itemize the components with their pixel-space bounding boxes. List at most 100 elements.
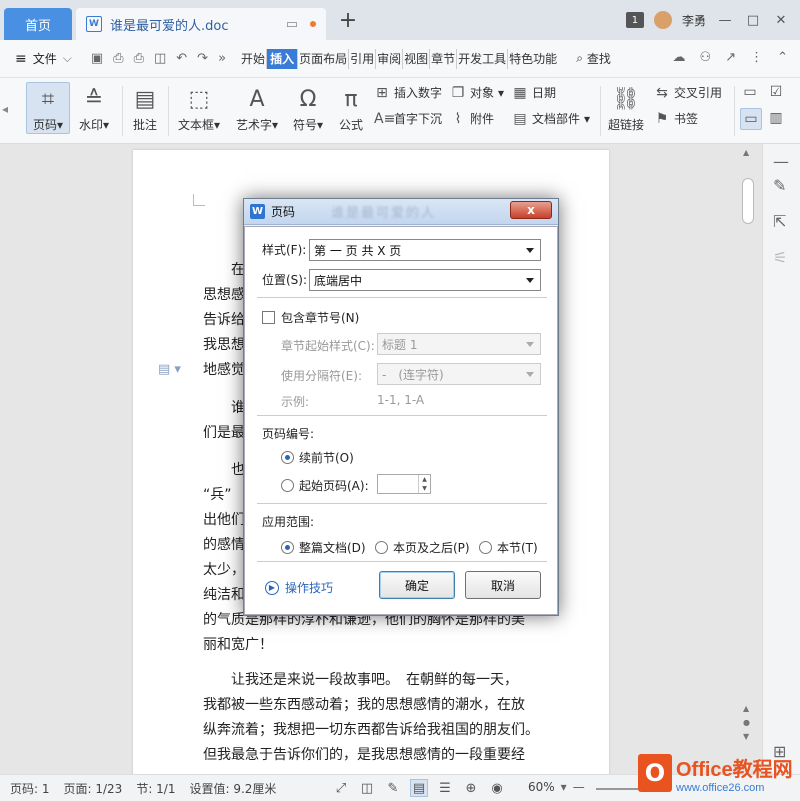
- cancel-button[interactable]: 取消: [465, 571, 541, 599]
- formula-button[interactable]: π 公式: [336, 82, 366, 133]
- zoom-value[interactable]: 60%: [528, 780, 555, 794]
- search-button[interactable]: ⌕ 查找: [576, 50, 611, 67]
- radio-selected-icon[interactable]: [281, 451, 294, 464]
- avatar[interactable]: [653, 11, 672, 29]
- style-select[interactable]: 第 一 页 共 X 页: [309, 239, 541, 261]
- read-mode-icon[interactable]: ◫: [358, 779, 376, 797]
- header-footer-icon[interactable]: ▭: [742, 84, 758, 100]
- watermark-button[interactable]: ≙ 水印▾: [74, 82, 114, 133]
- doc-parts-button[interactable]: ▤ 文档部件 ▾: [512, 110, 590, 127]
- close-window-icon[interactable]: ✕: [772, 13, 790, 28]
- start-page-input[interactable]: ▲ ▼: [377, 474, 431, 494]
- tab-home[interactable]: 首页: [4, 8, 72, 40]
- checkbox-icon[interactable]: [262, 311, 275, 324]
- write-mode-icon[interactable]: ✎: [384, 779, 402, 797]
- file-menu[interactable]: ≡ 文件 ⌵: [14, 48, 73, 70]
- pen-icon[interactable]: ✎: [773, 176, 786, 195]
- scope-whole-radio[interactable]: 整篇文档(D): [281, 539, 366, 556]
- position-select[interactable]: 底端居中: [309, 269, 541, 291]
- new-tab-button[interactable]: +: [336, 10, 360, 34]
- adjust-icon[interactable]: ⚟: [773, 248, 787, 267]
- redo-icon[interactable]: ↷: [197, 51, 208, 66]
- dialog-close-button[interactable]: x: [510, 201, 552, 219]
- share-icon[interactable]: ↗: [725, 50, 736, 65]
- include-chapter-checkbox[interactable]: 包含章节号(N): [262, 309, 359, 326]
- check-icon[interactable]: ☑: [768, 84, 784, 100]
- page-view-mode-icon[interactable]: ▤: [410, 779, 428, 797]
- zoom-out-icon[interactable]: —: [573, 780, 585, 794]
- tab-document[interactable]: W 谁是最可爱的人.doc ▭: [76, 8, 326, 40]
- tips-link[interactable]: ▶ 操作技巧: [265, 579, 333, 596]
- attachment-button[interactable]: ⌇ 附件: [450, 110, 494, 127]
- save-icon[interactable]: ▣: [91, 51, 103, 66]
- scroll-center-icon[interactable]: ●: [743, 718, 750, 727]
- date-button[interactable]: ▦ 日期: [512, 84, 556, 101]
- ribbon-scroll-left-icon[interactable]: ◂: [2, 102, 8, 116]
- panel-collapse-icon[interactable]: —: [773, 152, 789, 171]
- bookmark-button[interactable]: ⚑ 书签: [654, 110, 698, 127]
- ok-button[interactable]: 确定: [379, 571, 455, 599]
- paragraph-4[interactable]: 让我还是来说一段故事吧。 在朝鲜的每一天， 我都被一些东西感动着；我的思想感情的…: [203, 668, 548, 768]
- cross-reference-button[interactable]: ⇆ 交叉引用: [654, 84, 722, 101]
- export-pdf-icon[interactable]: ⎙: [113, 51, 123, 66]
- dropcap-button[interactable]: A≡ 首字下沉: [374, 110, 442, 127]
- fullscreen-icon[interactable]: ⤢: [332, 779, 350, 797]
- tab-review[interactable]: 审阅: [376, 48, 404, 69]
- object-button[interactable]: ❐ 对象 ▾: [450, 84, 504, 101]
- layout-icon[interactable]: ▥: [768, 110, 784, 126]
- status-page-code[interactable]: 页码: 1: [10, 780, 50, 797]
- comment-button[interactable]: ▤ 批注: [128, 82, 162, 133]
- more-options-icon[interactable]: ⋮: [750, 50, 763, 65]
- user-name[interactable]: 李勇: [682, 12, 706, 29]
- wordart-button[interactable]: A 艺术字▾: [232, 82, 282, 133]
- separator-select[interactable]: - (连字符): [377, 363, 541, 385]
- monitor-icon[interactable]: ▭: [286, 17, 298, 32]
- scope-after-radio[interactable]: 本页及之后(P): [375, 539, 470, 556]
- spin-down-icon[interactable]: ▼: [422, 485, 427, 492]
- textbox-button[interactable]: ⬚ 文本框▾: [174, 82, 224, 133]
- insert-number-button[interactable]: ⊞ 插入数字: [374, 84, 442, 101]
- tab-view[interactable]: 视图: [403, 48, 431, 69]
- scroll-up-icon[interactable]: ▲: [743, 148, 749, 157]
- status-page[interactable]: 页面: 1/23: [64, 780, 123, 797]
- radio-icon[interactable]: [479, 541, 492, 554]
- tab-section[interactable]: 章节: [430, 48, 458, 69]
- status-section[interactable]: 节: 1/1: [136, 780, 175, 797]
- print-icon[interactable]: ⎙: [134, 51, 144, 66]
- start-at-radio[interactable]: 起始页码(A):: [281, 477, 369, 494]
- more-icon[interactable]: »: [218, 51, 226, 66]
- eye-protect-icon[interactable]: ◉: [488, 779, 506, 797]
- tab-insert[interactable]: 插入: [267, 48, 299, 69]
- spin-up-icon[interactable]: ▲: [422, 476, 427, 483]
- web-view-icon[interactable]: ⊕: [462, 779, 480, 797]
- vertical-scrollbar[interactable]: ▲ ▲ ● ▼: [740, 144, 762, 774]
- tab-start[interactable]: 开始: [240, 48, 268, 69]
- scope-section-radio[interactable]: 本节(T): [479, 539, 538, 556]
- print-preview-icon[interactable]: ◫: [154, 51, 166, 66]
- hyperlink-button[interactable]: ⛓ 超链接: [606, 82, 646, 133]
- radio-selected-icon[interactable]: [281, 541, 294, 554]
- paragraph-handle-icon[interactable]: ▤ ▾: [158, 362, 181, 377]
- outline-view-icon[interactable]: ☰: [436, 779, 454, 797]
- symbol-button[interactable]: Ω 符号▾: [290, 82, 326, 133]
- collapse-ribbon-icon[interactable]: ⌃: [777, 50, 788, 65]
- chapter-style-select[interactable]: 标题 1: [377, 333, 541, 355]
- window-count-badge[interactable]: 1: [625, 12, 644, 28]
- zoom-control[interactable]: 60% ▾ —: [528, 780, 585, 794]
- collaborate-icon[interactable]: ⚇: [700, 50, 712, 65]
- page-number-button[interactable]: ⌗ 页码▾: [26, 82, 70, 134]
- cloud-icon[interactable]: ☁: [673, 50, 686, 65]
- tab-developer[interactable]: 开发工具: [457, 48, 509, 69]
- minimize-icon[interactable]: —: [716, 13, 734, 28]
- tab-references[interactable]: 引用: [349, 48, 377, 69]
- cursor-icon[interactable]: ⇱: [773, 212, 786, 231]
- spin-buttons[interactable]: ▲ ▼: [418, 475, 430, 493]
- maximize-icon[interactable]: □: [744, 13, 762, 28]
- scroll-up-small-icon[interactable]: ▲: [743, 704, 749, 713]
- radio-icon[interactable]: [281, 479, 294, 492]
- tab-page-layout[interactable]: 页面布局: [298, 48, 350, 69]
- page-view-icon[interactable]: ▭: [740, 108, 762, 130]
- status-setting[interactable]: 设置值: 9.2厘米: [189, 780, 276, 797]
- continue-previous-radio[interactable]: 续前节(O): [281, 449, 354, 466]
- undo-icon[interactable]: ↶: [176, 51, 187, 66]
